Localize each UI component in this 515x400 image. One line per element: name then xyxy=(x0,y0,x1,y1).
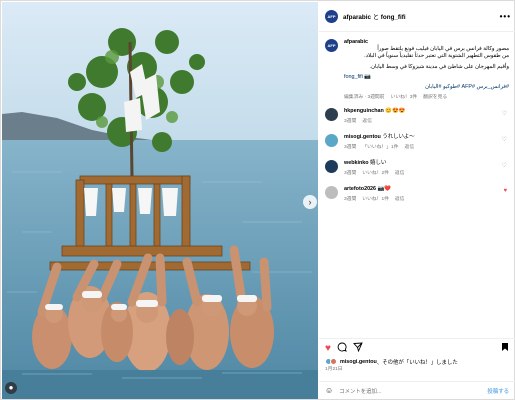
caption-line-2: من طقوس التطهير الشتوية التي تعتبر حدثاً… xyxy=(364,53,509,59)
more-options-icon[interactable]: ••• xyxy=(500,12,511,21)
comment-time: 3週間 xyxy=(344,197,357,202)
comment-item: misogi.gentou うれしいよ〜 3週間 「いいね！」1件 返信 ♡ xyxy=(319,134,515,150)
comment-username[interactable]: artefoto2026 xyxy=(344,186,376,192)
caption-likes[interactable]: いいね！3件 xyxy=(391,93,418,100)
reply-button[interactable]: 返信 xyxy=(362,117,372,124)
commenter-avatar[interactable] xyxy=(325,134,338,147)
comment-likes[interactable]: 「いいね！」1件 xyxy=(362,143,398,150)
comment-text: 📷❤️ xyxy=(377,186,391,192)
post-date: 1月21日 xyxy=(325,367,343,372)
comment-item: artefoto2026 📷❤️ 3週間 いいね！1件 返信 ♥ xyxy=(319,186,515,202)
comments-list: AFP afparabic مصور وكالة فرانس برس في ال… xyxy=(319,33,515,338)
comment-liked-heart-icon[interactable]: ♥ xyxy=(503,188,507,194)
comment-text: 😊😍😍 xyxy=(385,108,406,114)
post-photo: ● › xyxy=(2,2,318,399)
caption-meta: 編集済み · 3週間前 いいね！3件 翻訳を見る xyxy=(344,93,509,100)
comment-likes[interactable]: いいね！1件 xyxy=(362,195,389,202)
comment-username[interactable]: misogi.gentou xyxy=(344,134,381,140)
next-image-icon[interactable]: › xyxy=(303,195,317,209)
commenter-avatar[interactable] xyxy=(325,160,338,173)
likes-suffix[interactable]: 、その他が「いいね！」しました xyxy=(377,358,458,366)
comment-time: 3週間 xyxy=(344,145,357,150)
comment-like-heart-icon[interactable]: ♡ xyxy=(502,110,507,117)
comment-time: 3週間 xyxy=(344,171,357,176)
reply-button[interactable]: 返信 xyxy=(395,169,405,176)
comment-likes[interactable]: いいね！2件 xyxy=(362,169,389,176)
post-sidebar: AFP afparabic と fong_fifi ••• AFP afpara… xyxy=(319,2,515,399)
caption-avatar[interactable]: AFP xyxy=(325,39,338,52)
like-heart-icon[interactable]: ♥ xyxy=(325,343,331,354)
author-names: afparabic と fong_fifi xyxy=(343,12,406,21)
comment-text: うれしいよ〜 xyxy=(382,134,415,140)
translate-link[interactable]: 翻訳を見る xyxy=(423,93,447,100)
comment-text: 嬉しい xyxy=(370,160,387,166)
comment-like-heart-icon[interactable]: ♡ xyxy=(502,162,507,169)
caption-time: 編集済み · 3週間前 xyxy=(344,95,385,100)
post-footer: ♥ misogi.gentou 、その他が「いいね！」しました 1月21日 ☺ … xyxy=(319,338,515,399)
comment-like-heart-icon[interactable]: ♡ xyxy=(502,136,507,143)
commenter-avatar[interactable] xyxy=(325,108,338,121)
caption-line-1: مصور وكالة فرانس برس في اليابان فيليب فو… xyxy=(377,46,509,52)
likes-summary: misogi.gentou 、その他が「いいね！」しました xyxy=(319,357,515,366)
caption-username[interactable]: afparabic xyxy=(344,39,368,45)
bookmark-icon[interactable] xyxy=(501,342,509,355)
caption: AFP afparabic مصور وكالة فرانس برس في ال… xyxy=(319,33,515,100)
comment-item: hkpenguinchan 😊😍😍 3週間 返信 ♡ xyxy=(319,108,515,124)
post-header: AFP afparabic と fong_fifi ••• xyxy=(319,2,515,32)
add-comment-bar: ☺ コメントを追加... 投稿する xyxy=(319,381,515,399)
comment-input[interactable]: コメントを追加... xyxy=(339,387,381,395)
comment-time: 3週間 xyxy=(344,119,357,124)
instagram-post-window: ● › AFP afparabic と fong_fifi ••• AFP af… xyxy=(0,0,515,400)
emoji-icon[interactable]: ☺ xyxy=(325,386,333,395)
caption-credit[interactable]: fong_fifi 📷 xyxy=(344,74,371,80)
collab-separator: と xyxy=(372,14,380,21)
liker-avatar xyxy=(330,358,337,365)
liker-username[interactable]: misogi.gentou xyxy=(340,359,377,365)
photo-illustration xyxy=(2,2,318,399)
commenter-avatar[interactable] xyxy=(325,186,338,199)
collaborator-username[interactable]: fong_fifi xyxy=(381,14,406,21)
post-comment-button[interactable]: 投稿する xyxy=(487,387,509,395)
reply-button[interactable]: 返信 xyxy=(405,143,415,150)
comment-username[interactable]: hkpenguinchan xyxy=(344,108,384,114)
reply-button[interactable]: 返信 xyxy=(395,195,405,202)
author-username[interactable]: afparabic xyxy=(343,14,371,21)
comment-username[interactable]: webkinko xyxy=(344,160,369,166)
caption-line-3: وأقيم المهرجان على شاطئ في مدينة شيزوكا … xyxy=(369,64,509,70)
user-tags-icon[interactable]: ● xyxy=(5,382,17,394)
comment-icon[interactable] xyxy=(337,342,347,355)
caption-hashtags[interactable]: #فرانس_برس #AFP #طوكيو #اليابان xyxy=(344,84,509,91)
share-icon[interactable] xyxy=(352,342,363,355)
comment-item: webkinko 嬉しい 3週間 いいね！2件 返信 ♡ xyxy=(319,160,515,176)
author-avatar[interactable]: AFP xyxy=(325,10,338,23)
action-bar: ♥ xyxy=(319,339,515,357)
